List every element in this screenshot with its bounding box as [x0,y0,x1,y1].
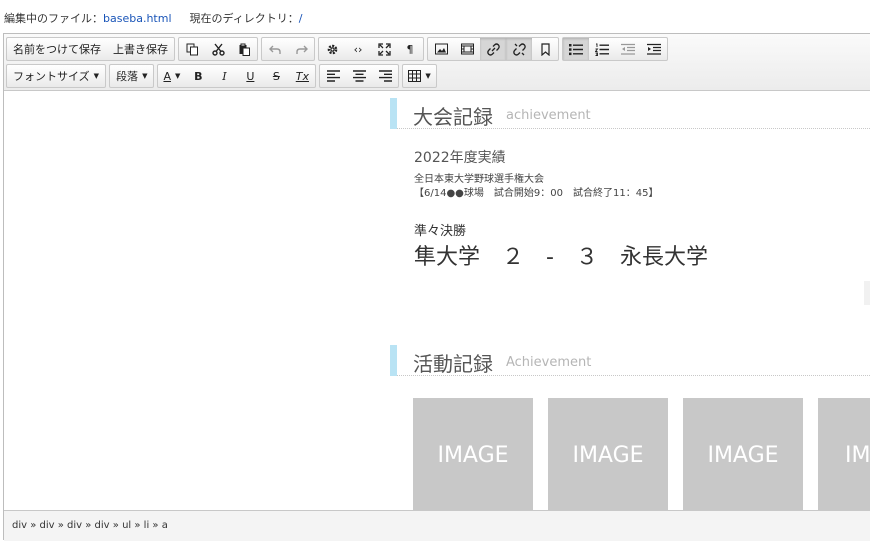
chevron-down-icon: ▼ [142,72,148,80]
bulleted-list-button[interactable] [563,38,589,60]
font-color-button[interactable]: A ▼ [158,65,185,87]
fullscreen-button[interactable] [371,38,397,60]
insert-media-button[interactable] [454,38,480,60]
element-path-bar: div » div » div » div » ul » li » a [4,510,870,541]
editor-content-area[interactable]: 大会記録 achievement 2022年度実績 全日本東大学野球選手権大会 … [4,91,870,510]
redo-button[interactable] [288,38,314,60]
redo-icon [295,45,308,54]
chevron-down-icon: ▼ [93,72,100,80]
save-as-button[interactable]: 名前をつけて保存 [7,38,107,60]
chevron-down-icon: ▼ [174,72,181,80]
undo-button[interactable] [262,38,288,60]
paste-icon [239,43,250,56]
align-right-button[interactable] [372,65,398,87]
element-path[interactable]: div » div » div » div » ul » li » a [12,520,168,531]
font-size-dropdown[interactable]: フォントサイズ ▼ [7,65,105,87]
match-score: 隼大学 ２ - ３ 永長大学 [414,245,708,270]
underline-button[interactable]: U [237,65,263,87]
paragraph-label: 段落 [116,70,139,83]
side-block [864,281,870,305]
insert-image-button[interactable] [428,38,454,60]
year-heading: 2022年度実績 [414,150,506,166]
html-editor: 名前をつけて保存 上書き保存 ‹› ¶ フォントサイズ ▼ 段落 ▼ A ▼ B… [3,33,870,541]
section-subtitle: achievement [506,108,591,123]
tournament-info: 全日本東大学野球選手権大会 【6/14●●球場 試合開始9：00 試合終了11：… [414,173,658,201]
copy-icon [186,43,198,55]
align-center-icon [352,70,366,82]
file-info-bar: 編集中のファイル：baseba.html 現在のディレクトリ：/ [4,10,302,26]
heading-accent-bar [390,345,397,376]
tournament-detail: 【6/14●●球場 試合開始9：00 試合終了11：45】 [414,188,659,199]
table-dropdown[interactable]: ▼ [403,65,435,87]
insert-link-button[interactable] [480,38,506,60]
remove-format-button[interactable]: Tx [289,65,315,87]
font-color-icon: A [163,69,171,83]
source-button[interactable]: ‹› [345,38,371,60]
link-icon [486,42,500,56]
image-placeholder[interactable]: IMAGE [548,398,668,510]
outdent-icon [621,43,635,55]
tournament-name: 全日本東大学野球選手権大会 [414,174,544,185]
editor-toolbar: 名前をつけて保存 上書き保存 ‹› ¶ フォントサイズ ▼ 段落 ▼ A ▼ B… [4,34,870,91]
bold-button[interactable]: B [185,65,211,87]
film-icon [460,43,474,55]
cut-button[interactable] [205,38,231,60]
bullet-list-icon [569,43,583,55]
indent-icon [647,43,661,55]
directory-value: / [298,12,303,25]
strikethrough-button[interactable]: S [263,65,289,87]
numbered-list-button[interactable] [589,38,615,60]
copy-button[interactable] [179,38,205,60]
numbered-list-icon [595,43,609,56]
image-placeholder[interactable]: IMAGE [683,398,803,510]
align-center-button[interactable] [346,65,372,87]
section-heading-activities: 活動記録 Achievement [390,345,870,376]
unlink-button[interactable] [506,38,532,60]
scissors-icon [211,43,225,56]
gear-icon [327,44,337,54]
unlink-icon [512,42,526,56]
overwrite-save-button[interactable]: 上書き保存 [107,38,174,60]
image-icon [434,43,448,55]
paragraph-dropdown[interactable]: 段落 ▼ [110,65,153,87]
file-label: 編集中のファイル： [4,12,103,25]
code-icon: ‹› [353,42,363,56]
file-name: baseba.html [103,12,172,25]
section-title: 大会記録 [413,105,493,129]
indent-button[interactable] [641,38,667,60]
round-label: 準々決勝 [414,224,467,239]
section-title: 活動記録 [413,352,493,376]
undo-icon [268,45,281,54]
italic-button[interactable]: I [211,65,237,87]
outdent-button[interactable] [615,38,641,60]
section-heading-records: 大会記録 achievement [390,98,870,129]
anchor-button[interactable] [532,38,558,60]
pilcrow-icon: ¶ [406,42,414,56]
align-right-icon [378,70,392,82]
bookmark-icon [540,42,550,56]
chevron-down-icon: ▼ [425,72,431,80]
align-left-button[interactable] [320,65,346,87]
directory-label: 現在のディレクトリ： [189,12,299,25]
settings-button[interactable] [319,38,345,60]
image-placeholder[interactable]: IMA [818,398,870,510]
align-left-icon [326,70,340,82]
font-size-label: フォントサイズ [13,70,90,83]
section-subtitle: Achievement [506,355,592,370]
fullscreen-icon [377,42,391,56]
show-blocks-button[interactable]: ¶ [397,38,423,60]
heading-accent-bar [390,98,397,129]
paste-button[interactable] [231,38,257,60]
table-icon [408,70,422,82]
image-placeholder[interactable]: IMAGE [413,398,533,510]
